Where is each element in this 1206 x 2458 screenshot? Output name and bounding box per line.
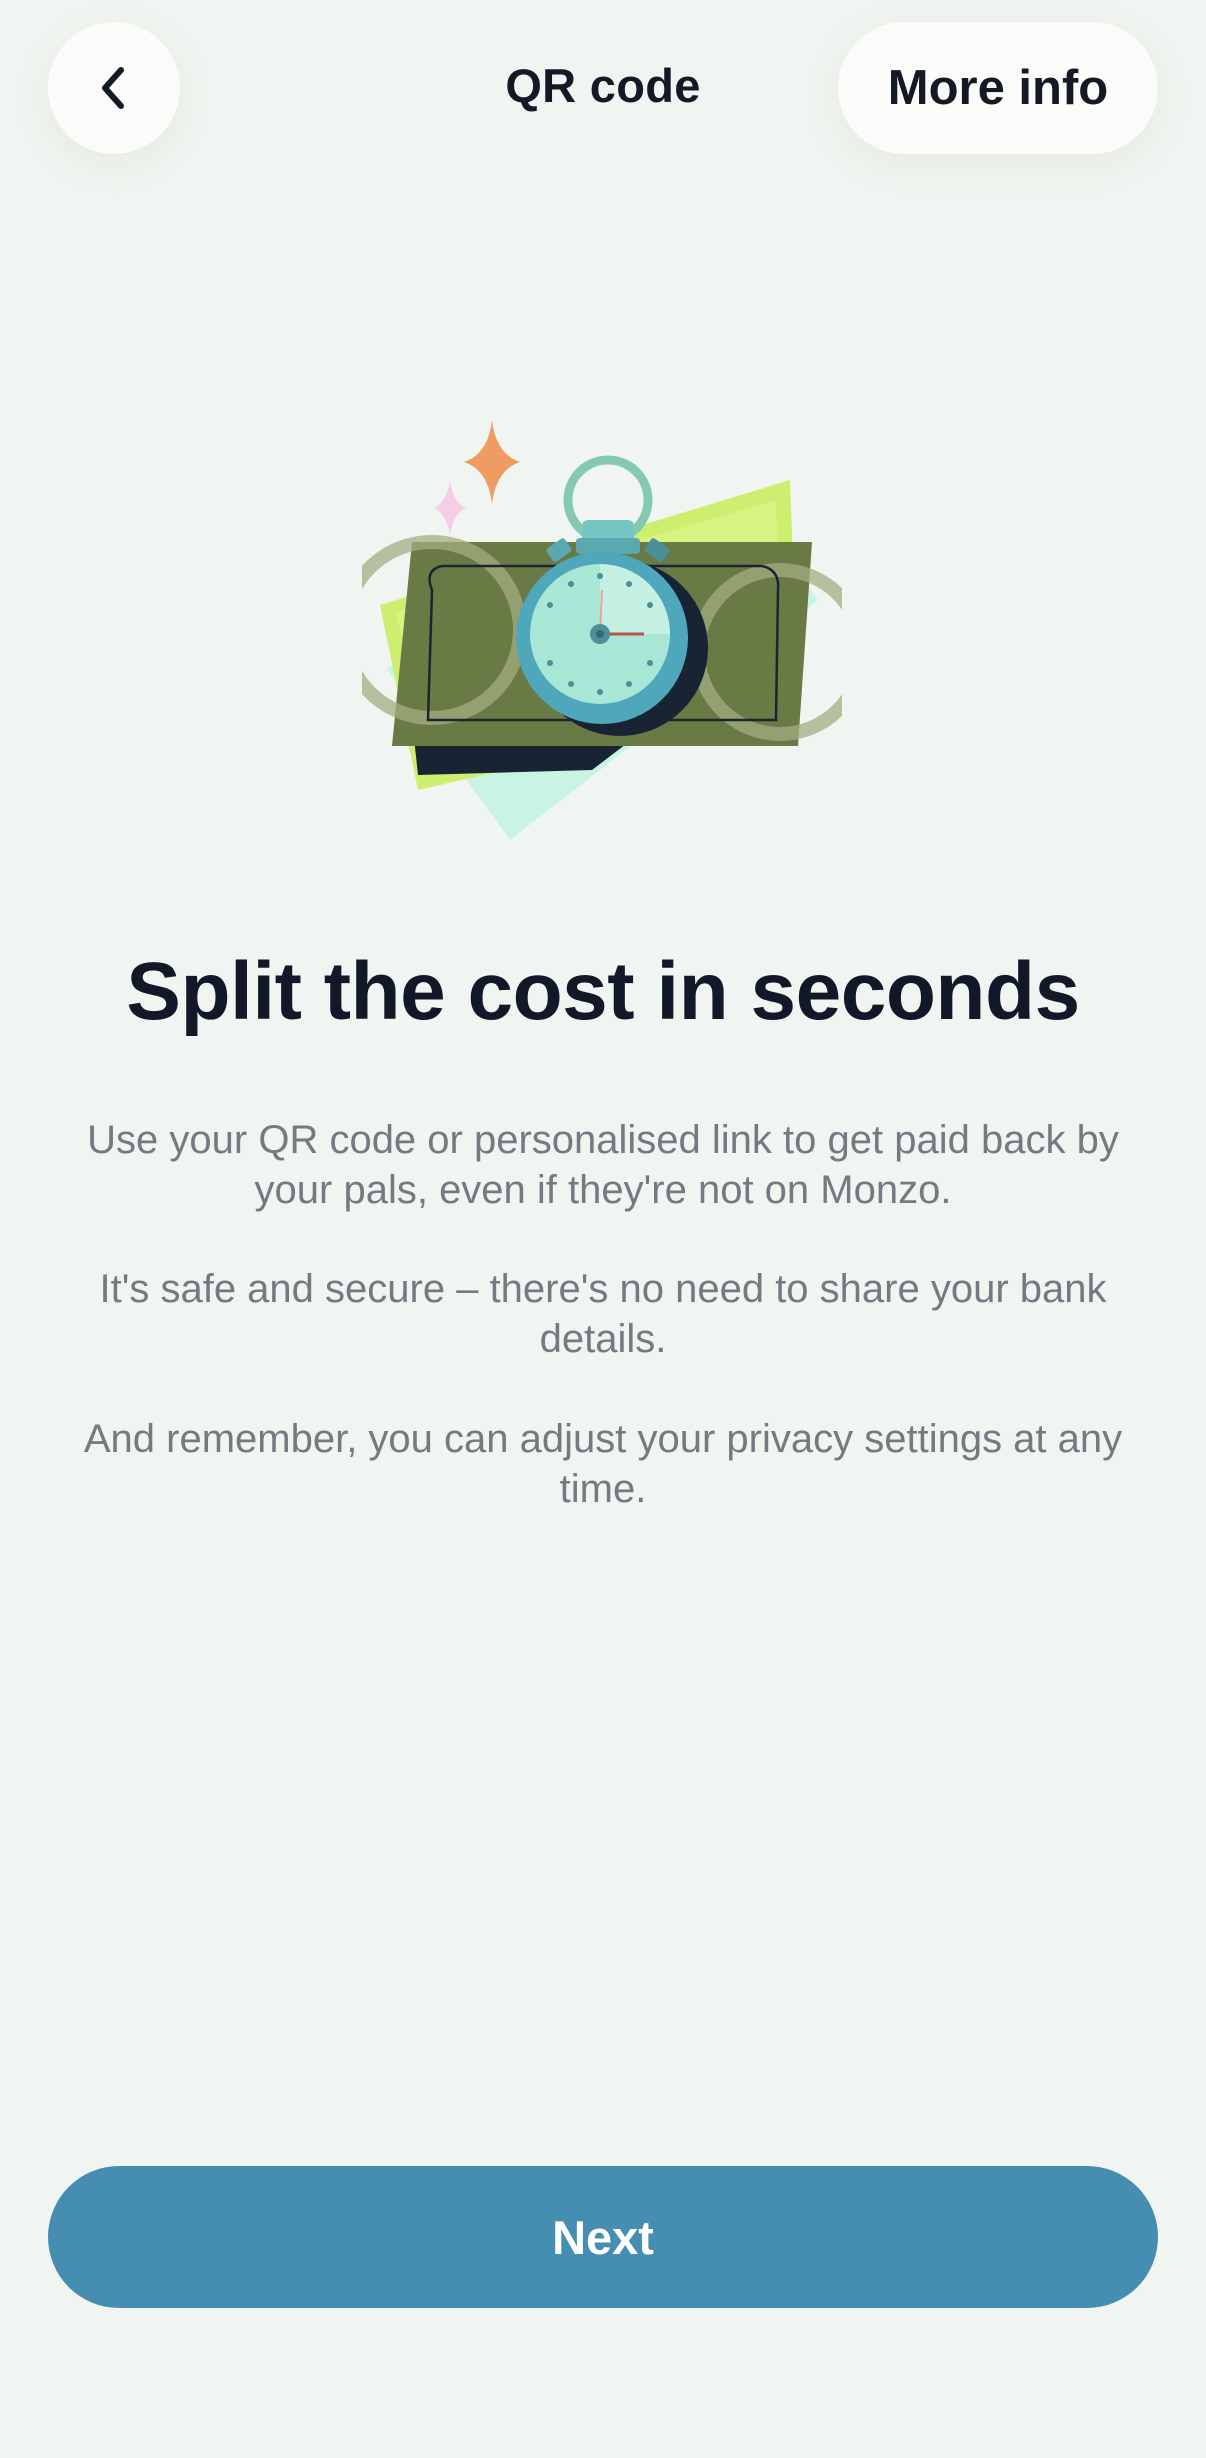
description-paragraph-3: And remember, you can adjust your privac… [83,1417,1123,1511]
next-button[interactable]: Next [48,2166,1158,2308]
description-paragraph-1: Use your QR code or personalised link to… [87,1118,1119,1212]
stopwatch-on-banknotes-illustration [362,420,842,840]
more-info-button[interactable]: More info [838,22,1158,154]
description-paragraph-2: It's safe and secure – there's no need t… [99,1267,1107,1361]
top-bar: QR code More info [0,0,1206,220]
headline: Split the cost in seconds [126,946,1080,1037]
